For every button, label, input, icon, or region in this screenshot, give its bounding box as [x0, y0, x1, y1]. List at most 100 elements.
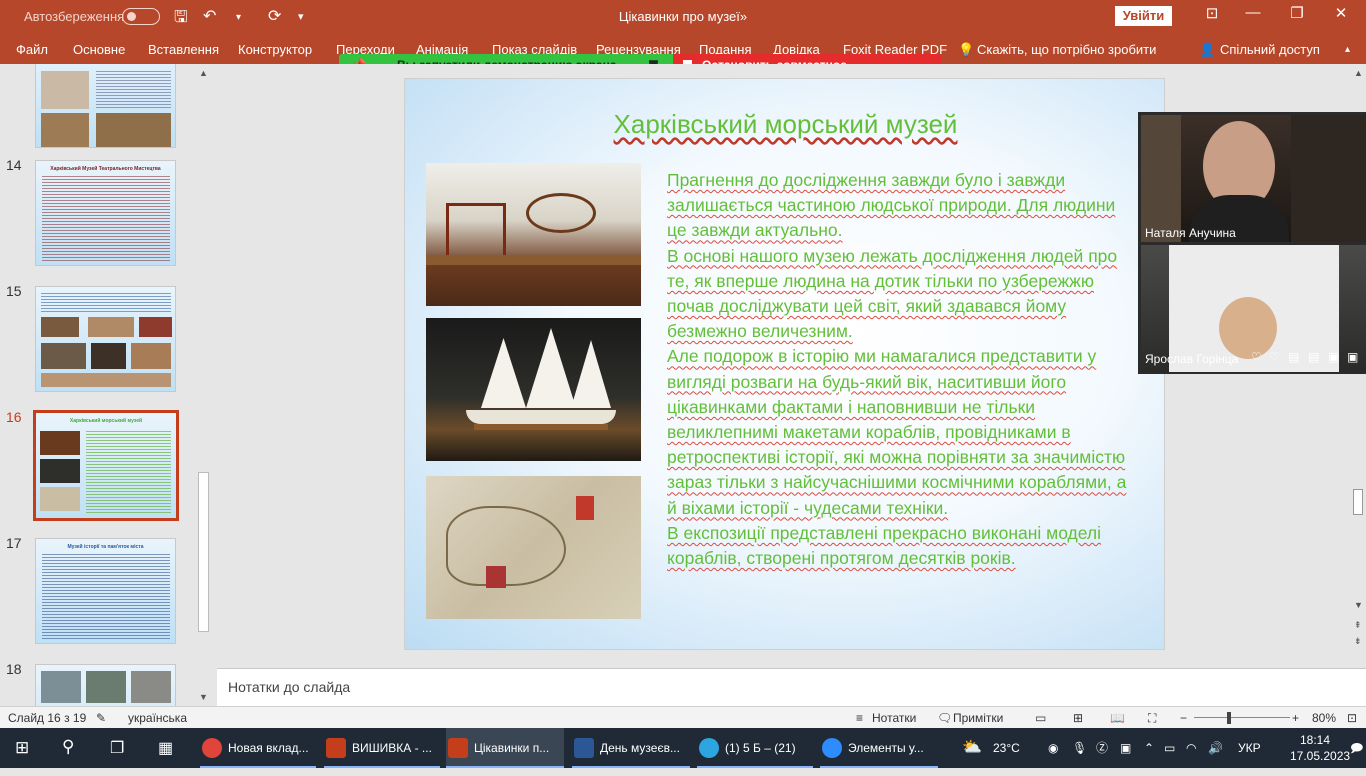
thumbnail-title: Харківський Музей Театрального Мистецтва	[50, 166, 161, 172]
reaction-heart-icon[interactable]: ♡	[1251, 350, 1262, 364]
taskbar-app-telegram[interactable]: (1) 5 Б – (21)	[697, 728, 813, 768]
ribbon-display-icon[interactable]: ⊡	[1197, 4, 1227, 22]
clock-date[interactable]: 17.05.2023	[1290, 736, 1350, 776]
slide-number: 15	[6, 283, 22, 299]
taskbar-app-powerpoint-2[interactable]: Цікавинки п...	[446, 728, 564, 768]
scroll-down-icon[interactable]: ▼	[199, 692, 208, 702]
current-slide[interactable]: Харківський морський музей Прагнення до …	[404, 78, 1165, 650]
normal-view-icon[interactable]: ▭	[1035, 711, 1046, 725]
scroll-up-icon[interactable]: ▲	[1354, 68, 1363, 78]
network-icon[interactable]: ▭	[1164, 728, 1175, 768]
minimize-icon[interactable]: —	[1238, 4, 1268, 21]
slide-number: 18	[6, 661, 22, 677]
device-icon[interactable]: ▣	[1328, 350, 1339, 364]
taskbar-app-zoom[interactable]: Элементы у...	[820, 728, 938, 768]
powerpoint-icon	[326, 738, 346, 758]
paragraph: Але подорож в історію ми намагалися пред…	[667, 346, 1127, 518]
language[interactable]: українська	[128, 711, 187, 725]
task-view-icon[interactable]: ❐	[110, 738, 124, 758]
volume-icon[interactable]: 🔊	[1208, 728, 1223, 768]
microphone-icon[interactable]: 🎙	[1072, 728, 1087, 768]
taskbar-app-powerpoint-1[interactable]: ВИШИВКА - ...	[324, 728, 440, 768]
chevron-up-icon[interactable]: ⌃	[1144, 728, 1154, 768]
slideshow-icon[interactable]: ⛶	[1148, 711, 1156, 726]
search-icon[interactable]: ⚲	[62, 737, 74, 757]
windows-taskbar: ⊞ ⚲ ❐ ▦ Новая вклад... ВИШИВКА - ... Цік…	[0, 728, 1366, 768]
zoom-in-icon[interactable]: +	[1292, 711, 1299, 725]
fit-to-window-icon[interactable]: ⊡	[1347, 711, 1357, 725]
undo-dropdown-icon[interactable]: ▾	[236, 12, 241, 23]
slide-thumbnail-14[interactable]: Харківський Музей Театрального Мистецтва	[35, 160, 176, 266]
autosave-label: Автозбереження	[24, 9, 125, 24]
slide-body-text[interactable]: Прагнення до дослідження завжди було і з…	[667, 168, 1137, 571]
from-beginning-icon[interactable]: ⟳	[268, 6, 281, 26]
notifications-icon[interactable]: 🗩	[1350, 728, 1363, 768]
weather-temp[interactable]: 23°C	[993, 728, 1020, 768]
zoom-slider[interactable]	[1194, 717, 1290, 718]
reaction-heart-icon[interactable]: ♡	[1269, 350, 1280, 364]
comments-button[interactable]: Примітки	[953, 711, 1003, 725]
slide-thumbnail-16[interactable]: Харківський морський музей	[33, 410, 179, 521]
participant-name: Ярослав Горінца	[1145, 352, 1239, 366]
zoom-out-icon[interactable]: −	[1180, 711, 1187, 725]
weather-icon[interactable]: ⛅	[962, 728, 982, 768]
slide-thumbnails-pane: 14 Харківський Музей Театрального Мистец…	[0, 64, 213, 706]
zoom-slider-handle[interactable]	[1227, 712, 1231, 724]
device-icon[interactable]: ▣	[1347, 350, 1358, 364]
save-icon[interactable]: 🖫	[174, 6, 188, 33]
comment-icon: 🗨	[937, 711, 953, 725]
tab-insert[interactable]: Вставлення	[148, 42, 219, 57]
scroll-up-icon[interactable]: ▲	[199, 68, 208, 78]
customize-qat-icon[interactable]: ▾	[298, 10, 304, 23]
restore-icon[interactable]: ❐	[1282, 4, 1312, 22]
title-bar: Автозбереження 🖫 ↶ ▾ ⟳ ▾ Цікавинки про м…	[0, 0, 1366, 34]
screen-icon[interactable]: ▤	[1288, 350, 1299, 364]
video-call-panel: Наталя Анучина Ярослав Горінца ♡ ♡ ▤ ▤ ▣…	[1138, 112, 1366, 374]
video-tile-participant-2[interactable]: Ярослав Горінца ♡ ♡ ▤ ▤ ▣ ▣	[1141, 245, 1366, 372]
share-button[interactable]: Спільний доступ	[1220, 42, 1320, 57]
sailing-ship-photo[interactable]	[426, 318, 641, 461]
notes-placeholder: Нотатки до слайда	[228, 679, 351, 695]
calculator-icon[interactable]: ▦	[158, 738, 173, 758]
slide-thumbnail-17[interactable]: Музей історії та пам'яток міста	[35, 538, 176, 644]
slide-sorter-icon[interactable]: ⊞	[1073, 711, 1083, 725]
notification-badge-icon[interactable]: ◉	[1048, 728, 1058, 768]
slide-thumbnail-18[interactable]	[35, 664, 176, 706]
tab-design[interactable]: Конструктор	[238, 42, 312, 57]
close-icon[interactable]: ✕	[1326, 4, 1356, 22]
app-tray-icon[interactable]: ▣	[1120, 728, 1131, 768]
undo-icon[interactable]: ↶	[203, 6, 216, 26]
thumbnail-title: Музей історії та пам'яток міста	[67, 544, 144, 550]
historic-map-photo[interactable]	[426, 476, 641, 619]
reading-view-icon[interactable]: 📖	[1110, 711, 1125, 725]
taskbar-app-label: Новая вклад...	[228, 741, 309, 755]
scrollbar-thumb[interactable]	[198, 472, 209, 632]
tab-home[interactable]: Основне	[73, 42, 125, 57]
thumbnails-scrollbar[interactable]: ▲ ▼	[197, 66, 210, 706]
signin-button[interactable]: Увійти	[1115, 6, 1172, 26]
collapse-ribbon-icon[interactable]: ▴	[1345, 44, 1350, 55]
notes-icon: ≡	[856, 711, 864, 725]
input-language[interactable]: УКР	[1238, 728, 1261, 768]
notes-toggle-button[interactable]: Нотатки	[872, 711, 916, 725]
museum-model-photo[interactable]	[426, 163, 641, 306]
previous-slide-icon[interactable]: ⇞	[1354, 620, 1362, 631]
taskbar-app-chrome[interactable]: Новая вклад...	[200, 728, 316, 768]
tell-me-search[interactable]: Скажіть, що потрібно зробити	[977, 42, 1156, 57]
scroll-down-icon[interactable]: ▼	[1354, 600, 1363, 610]
windows-start-icon[interactable]: ⊞	[15, 738, 29, 758]
video-tile-participant-1[interactable]: Наталя Анучина	[1141, 115, 1366, 242]
tab-file[interactable]: Файл	[16, 42, 48, 57]
spellcheck-icon[interactable]: ✎	[96, 711, 106, 725]
notes-pane[interactable]: Нотатки до слайда	[217, 668, 1366, 706]
scrollbar-thumb[interactable]	[1353, 489, 1363, 515]
zoom-tray-icon[interactable]: Ⓩ	[1096, 728, 1108, 768]
slide-title[interactable]: Харківський морський музей	[405, 109, 1166, 140]
slide-thumbnail-15[interactable]	[35, 286, 176, 392]
screen-icon[interactable]: ▤	[1308, 350, 1319, 364]
taskbar-app-word[interactable]: День музеєв...	[572, 728, 690, 768]
wifi-icon[interactable]: ◠	[1186, 728, 1196, 768]
slide-thumbnail-13[interactable]	[35, 64, 176, 148]
autosave-toggle[interactable]	[122, 8, 160, 25]
next-slide-icon[interactable]: ⇟	[1354, 636, 1362, 647]
